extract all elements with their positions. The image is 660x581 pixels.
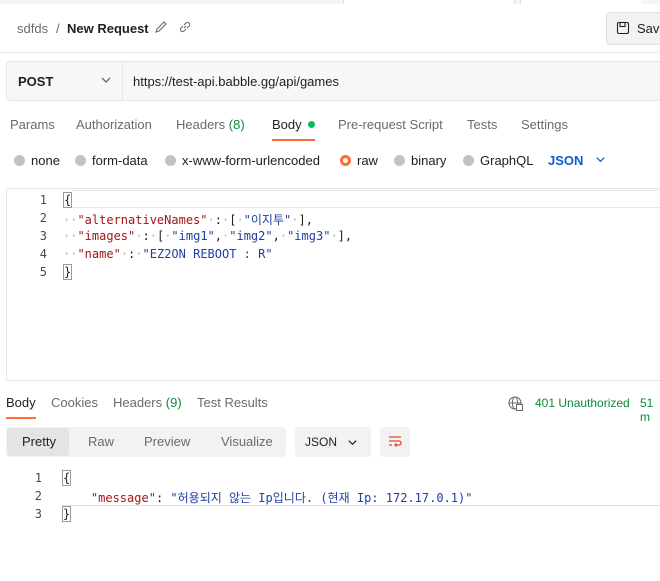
line-number: 1: [34, 471, 42, 485]
radio-binary-circle: [394, 155, 405, 166]
tab-body-label: Body: [272, 117, 302, 132]
globe-network-icon[interactable]: [507, 395, 523, 414]
url-bar: POST https://test-api.babble.gg/api/game…: [6, 61, 660, 101]
json-string: "img2": [229, 229, 273, 243]
tab-params[interactable]: Params: [10, 117, 55, 132]
code-line-3: ··"images"·:·[·"img1",·"img2",·"img3"·],: [63, 229, 353, 243]
response-tab-headers-label: Headers: [113, 395, 163, 410]
response-tab-test-results[interactable]: Test Results: [197, 395, 268, 410]
code-line-2: ··"alternativeNames"·:·[·"이지투"·],: [63, 213, 313, 227]
open-brace: {: [63, 192, 73, 208]
response-tab-cookies[interactable]: Cookies: [51, 395, 98, 410]
tab-body[interactable]: Body: [272, 117, 315, 132]
view-mode-group: Pretty Raw Preview Visualize: [6, 427, 286, 457]
response-time[interactable]: 51 m: [640, 396, 660, 424]
radio-none-circle: [14, 155, 25, 166]
line-number: 3: [39, 229, 47, 243]
body-format-select[interactable]: JSON: [548, 153, 606, 168]
response-format-label: JSON: [305, 435, 338, 449]
line-number: 5: [39, 265, 47, 279]
line-number: 2: [34, 489, 42, 503]
save-button[interactable]: Save: [606, 12, 660, 45]
tab-headers[interactable]: Headers (8): [176, 117, 245, 132]
chevron-down-icon: [347, 436, 358, 451]
breadcrumb-separator: /: [56, 21, 60, 36]
line-number: 4: [39, 247, 47, 261]
response-tab-headers-count: (9): [165, 395, 182, 410]
radio-form-data[interactable]: form-data: [75, 153, 148, 168]
tab-tests[interactable]: Tests: [467, 117, 497, 132]
radio-urlencoded-label: x-www-form-urlencoded: [182, 153, 320, 168]
response-format-select[interactable]: JSON: [295, 427, 371, 457]
wrap-lines-button[interactable]: [380, 427, 410, 457]
open-brace: {: [62, 470, 72, 486]
json-string: "EZ2ON REBOOT : R": [142, 247, 273, 261]
radio-form-data-label: form-data: [92, 153, 148, 168]
radio-urlencoded-circle: [165, 155, 176, 166]
radio-binary-label: binary: [411, 153, 447, 168]
active-tab-indicator: [272, 139, 315, 141]
response-active-tab-indicator: [6, 417, 36, 419]
view-visualize-button[interactable]: Visualize: [221, 434, 273, 449]
radio-raw-circle: [340, 155, 351, 166]
chevron-down-icon: [100, 74, 114, 88]
link-icon[interactable]: [178, 20, 194, 36]
radio-graphql-circle: [463, 155, 474, 166]
view-raw-button[interactable]: Raw: [88, 434, 114, 449]
method-label: POST: [18, 74, 54, 89]
current-line-highlight: [71, 190, 660, 208]
request-header: sdfds / New Request Save: [0, 4, 660, 53]
response-tab-headers[interactable]: Headers (9): [113, 395, 182, 410]
radio-none-label: none: [31, 153, 60, 168]
response-code-line-2: "message": "허용되지 않는 Ip입니다. (현재 Ip: 172.1…: [90, 491, 473, 505]
chevron-down-icon: [595, 153, 606, 168]
tab-settings[interactable]: Settings: [521, 117, 568, 132]
code-line-4: ··"name"·:·"EZ2ON REBOOT : R": [63, 247, 273, 261]
wrap-lines-icon: [387, 434, 403, 453]
tab-authorization[interactable]: Authorization: [76, 117, 152, 132]
save-label: Save: [637, 21, 660, 36]
json-string: "허용되지 않는 Ip입니다. (현재 Ip: 172.17.0.1)": [170, 491, 473, 505]
radio-graphql-label: GraphQL: [480, 153, 534, 168]
body-indicator-dot: [307, 121, 315, 128]
tab-headers-label: Headers: [176, 117, 226, 132]
radio-urlencoded[interactable]: x-www-form-urlencoded: [165, 153, 320, 168]
radio-form-data-circle: [75, 155, 86, 166]
view-pretty-button[interactable]: Pretty: [22, 434, 56, 449]
line-number: 1: [39, 193, 47, 207]
view-preview-button[interactable]: Preview: [144, 434, 190, 449]
json-string: "img1": [171, 229, 215, 243]
request-body-editor[interactable]: 1 2 3 4 5 { ··"alternativeNames"·:·[·"이지…: [6, 188, 660, 381]
close-brace: }: [62, 506, 72, 522]
line-divider: [62, 505, 660, 506]
line-number: 3: [34, 507, 42, 521]
radio-none[interactable]: none: [14, 153, 60, 168]
pencil-icon[interactable]: [154, 20, 170, 36]
radio-graphql[interactable]: GraphQL: [463, 153, 533, 168]
json-key: "message": [90, 491, 156, 505]
radio-raw-label: raw: [357, 153, 378, 168]
json-string: "img3": [287, 229, 331, 243]
json-key: "alternativeNames": [77, 213, 208, 227]
tab-pre-request-script[interactable]: Pre-request Script: [338, 117, 443, 132]
save-icon: [616, 21, 630, 38]
json-key: "name": [77, 247, 121, 261]
breadcrumb-workspace[interactable]: sdfds: [17, 21, 48, 36]
line-number: 2: [39, 211, 47, 225]
tab-headers-count: (8): [228, 117, 245, 132]
radio-binary[interactable]: binary: [394, 153, 446, 168]
radio-raw[interactable]: raw: [340, 153, 378, 168]
body-format-label: JSON: [548, 153, 584, 168]
response-status[interactable]: 401 Unauthorized: [535, 396, 630, 410]
url-input[interactable]: https://test-api.babble.gg/api/games: [133, 74, 339, 89]
method-select[interactable]: POST: [7, 62, 123, 100]
json-string: "이지투": [243, 213, 292, 227]
response-body-viewer[interactable]: 1 2 3 { "message": "허용되지 않는 Ip입니다. (현재 I…: [0, 468, 660, 528]
close-brace: }: [63, 264, 73, 280]
request-title[interactable]: New Request: [67, 21, 149, 36]
response-tab-body[interactable]: Body: [6, 395, 36, 410]
json-key: "images": [77, 229, 136, 243]
